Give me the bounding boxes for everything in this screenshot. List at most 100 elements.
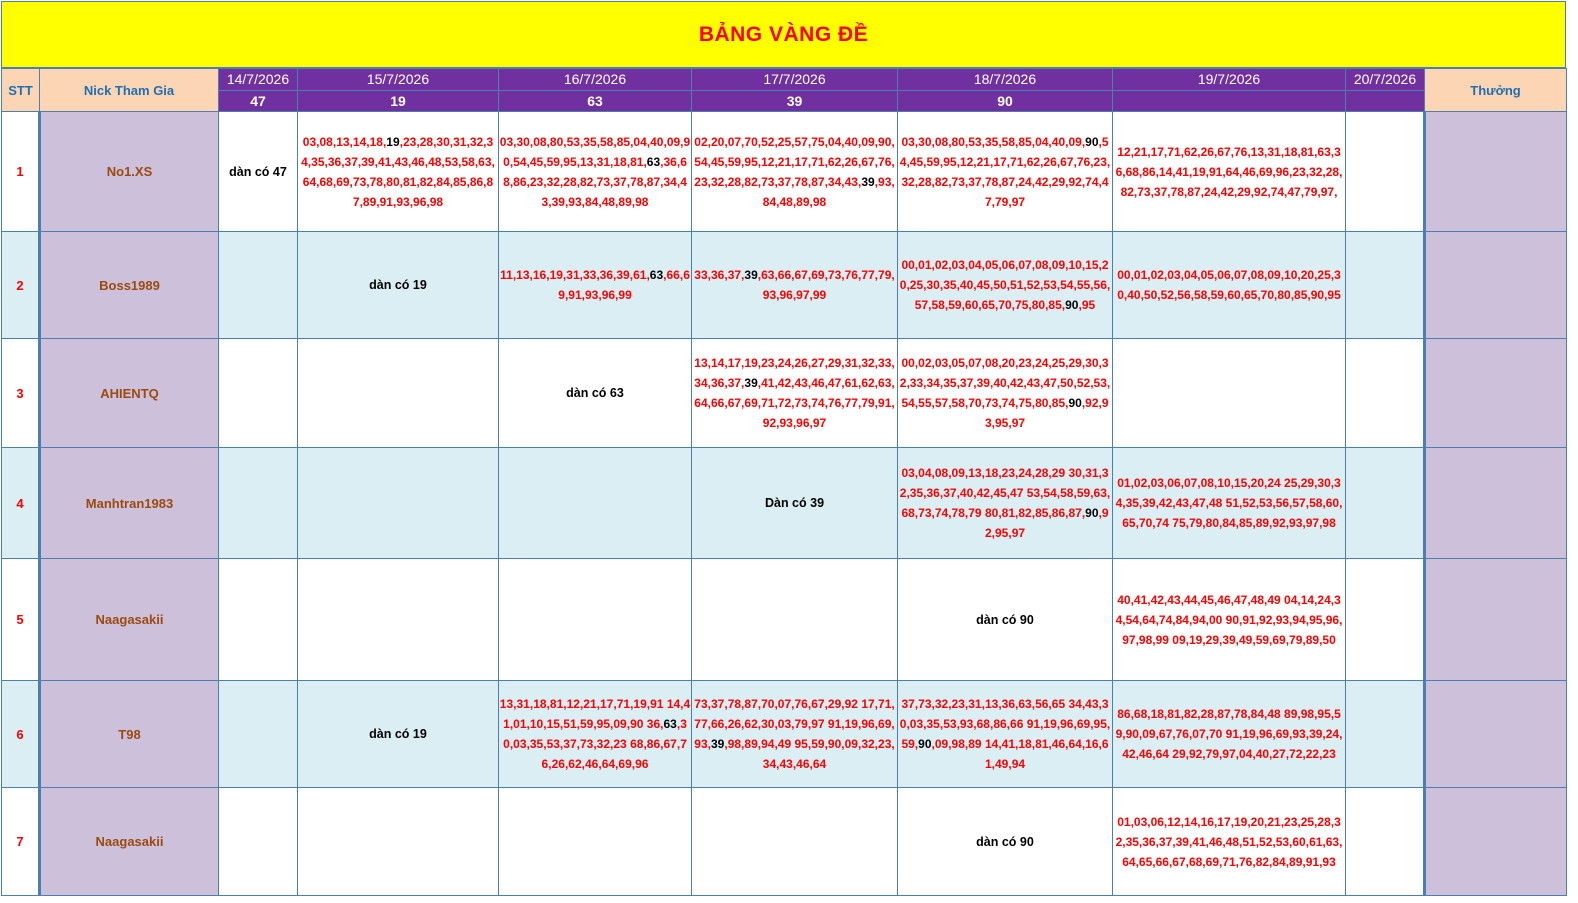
- header-nick: Nick Tham Gia: [39, 68, 219, 112]
- reward-cell: [1423, 787, 1567, 896]
- header-result: 47: [218, 89, 298, 112]
- numbers-cell: [218, 231, 298, 339]
- numbers-cell: [218, 787, 298, 896]
- header-result: [1112, 89, 1346, 112]
- winning-number: 90: [1068, 396, 1082, 410]
- numbers-cell: 33,36,37,39,63,66,67,69,73,76,77,79,93,9…: [691, 231, 898, 339]
- numbers-cell: 86,68,18,81,82,28,87,78,84,48 89,98,95,5…: [1112, 680, 1346, 788]
- header-reward: Thưởng: [1424, 68, 1567, 112]
- table-row: 2 Boss1989 dàn có 19 11,13,16,19,31,33,36,3…: [1, 231, 1567, 339]
- row-number: 7: [1, 787, 40, 896]
- table-body: 1 No1.XS dàn có 47 03,08,13,14,18,19,23,28,…: [1, 111, 1567, 896]
- nick-cell: Naagasakii: [38, 787, 219, 896]
- numbers-cell: [1345, 558, 1425, 681]
- reward-cell: [1423, 111, 1567, 232]
- header-result: 19: [297, 89, 499, 112]
- numbers-cell: 37,73,32,23,31,13,36,63,56,65 34,43,30,0…: [897, 680, 1113, 788]
- table-row: 5 Naagasakii dàn có 90 40,41,42,43,44,45,46…: [1, 558, 1567, 681]
- table-row: 3 AHIENTQ dàn có 63 13,14,17,19,23,24,26,27…: [1, 338, 1567, 448]
- numbers-cell: 01,02,03,06,07,08,10,15,20,24 25,29,30,3…: [1112, 447, 1346, 559]
- nick-cell: No1.XS: [38, 111, 219, 232]
- numbers-cell: 03,04,08,09,13,18,23,24,28,29 30,31,32,3…: [897, 447, 1113, 559]
- winning-number: 90: [1085, 134, 1099, 149]
- nick-cell: T98: [38, 680, 219, 788]
- numbers-cell: [1345, 111, 1425, 232]
- numbers-cell: [1345, 787, 1425, 896]
- numbers-cell: 02,20,07,70,52,25,57,75,04,40,09,90,54,4…: [691, 111, 898, 232]
- nick-cell: AHIENTQ: [38, 338, 219, 448]
- reward-cell: [1423, 558, 1567, 681]
- winning-number: 39: [710, 737, 725, 751]
- numbers-cell: [297, 558, 499, 681]
- numbers-cell: 00,02,03,05,07,08,20,23,24,25,29,30,32,3…: [897, 338, 1113, 448]
- note-cell: dàn có 90: [897, 787, 1113, 896]
- header-date: 17/7/2026: [691, 68, 898, 91]
- numbers-cell: 13,31,18,81,12,21,17,71,19,91 14,41,01,1…: [498, 680, 692, 788]
- winning-number: 39: [861, 174, 875, 189]
- numbers-cell: 03,30,08,80,53,35,58,85,04,40,09,90,54,4…: [498, 111, 692, 232]
- header-result: 90: [897, 89, 1113, 112]
- header-date: 18/7/2026: [897, 68, 1113, 91]
- winning-number: 63: [663, 717, 677, 731]
- nick-cell: Manhtran1983: [38, 447, 219, 559]
- winning-number: 63: [649, 268, 664, 282]
- note-cell: dàn có 19: [297, 231, 499, 339]
- winning-number: 90: [918, 737, 932, 751]
- reward-cell: [1423, 680, 1567, 788]
- table-row: 7 Naagasakii dàn có 90 01,03,06,12,14,16,17…: [1, 787, 1567, 896]
- numbers-cell: 00,01,02,03,04,05,06,07,08,09,10,20,25,3…: [1112, 231, 1346, 339]
- note-cell: dàn có 19: [297, 680, 499, 788]
- spreadsheet: BẢNG VÀNG ĐỀ STT Nick Tham Gia 14/7/2026…: [0, 0, 1568, 899]
- row-number: 5: [1, 558, 40, 681]
- note-cell: dàn có 63: [498, 338, 692, 448]
- title-banner: BẢNG VÀNG ĐỀ: [1, 1, 1566, 68]
- table-row: 6 T98 dàn có 19 13,31,18,81,12,21,17,71,19,…: [1, 680, 1567, 788]
- numbers-cell: [498, 558, 692, 681]
- table-row: 4 Manhtran1983 Dàn có 39 03,04,08,09,13,18,…: [1, 447, 1567, 559]
- reward-cell: [1423, 338, 1567, 448]
- row-number: 4: [1, 447, 40, 559]
- header-result: [1345, 89, 1425, 112]
- numbers-cell: 12,21,17,71,62,26,67,76,13,31,18,81,63,3…: [1112, 111, 1346, 232]
- numbers-cell: [1345, 447, 1425, 559]
- winning-number: 39: [744, 268, 758, 282]
- numbers-cell: 40,41,42,43,44,45,46,47,48,49 04,14,24,3…: [1112, 558, 1346, 681]
- header-date: 14/7/2026: [218, 68, 298, 91]
- nick-cell: Naagasakii: [38, 558, 219, 681]
- numbers-cell: [218, 447, 298, 559]
- numbers-cell: [498, 787, 692, 896]
- numbers-cell: 73,37,78,87,70,07,76,67,29,92 17,71,77,6…: [691, 680, 898, 788]
- header-stt: STT: [1, 68, 40, 112]
- numbers-cell: [1112, 338, 1346, 448]
- note-cell: Dàn có 39: [691, 447, 898, 559]
- header-date: 15/7/2026: [297, 68, 499, 91]
- winning-number: 90: [1065, 298, 1079, 312]
- numbers-cell: [691, 787, 898, 896]
- table-row: 1 No1.XS dàn có 47 03,08,13,14,18,19,23,28,…: [1, 111, 1567, 232]
- header-date: 19/7/2026: [1112, 68, 1346, 91]
- winning-number: 39: [744, 376, 758, 390]
- numbers-cell: [297, 447, 499, 559]
- winning-number: 19: [386, 134, 400, 149]
- reward-cell: [1423, 447, 1567, 559]
- numbers-cell: 01,03,06,12,14,16,17,19,20,21,23,25,28,3…: [1112, 787, 1346, 896]
- numbers-cell: 03,30,08,80,53,35,58,85,04,40,09,90,54,4…: [897, 111, 1113, 232]
- header-date: 20/7/2026: [1345, 68, 1425, 91]
- row-number: 3: [1, 338, 40, 448]
- numbers-cell: 03,08,13,14,18,19,23,28,30,31,32,34,35,3…: [297, 111, 499, 232]
- page-title: BẢNG VÀNG ĐỀ: [698, 22, 869, 46]
- numbers-cell: 00,01,02,03,04,05,06,07,08,09,10,15,20,2…: [897, 231, 1113, 339]
- numbers-cell: [297, 338, 499, 448]
- numbers-cell: [1345, 231, 1425, 339]
- reward-cell: [1423, 231, 1567, 339]
- numbers-cell: [498, 447, 692, 559]
- header-result: 63: [498, 89, 692, 112]
- header-result: 39: [691, 89, 898, 112]
- winning-number: 90: [1085, 506, 1099, 520]
- numbers-cell: [218, 680, 298, 788]
- numbers-cell: 13,14,17,19,23,24,26,27,29,31,32,33,34,3…: [691, 338, 898, 448]
- numbers-cell: [1345, 338, 1425, 448]
- note-cell: dàn có 47: [218, 111, 298, 232]
- results-table: STT Nick Tham Gia 14/7/2026 15/7/2026 16…: [1, 68, 1567, 896]
- nick-cell: Boss1989: [38, 231, 219, 339]
